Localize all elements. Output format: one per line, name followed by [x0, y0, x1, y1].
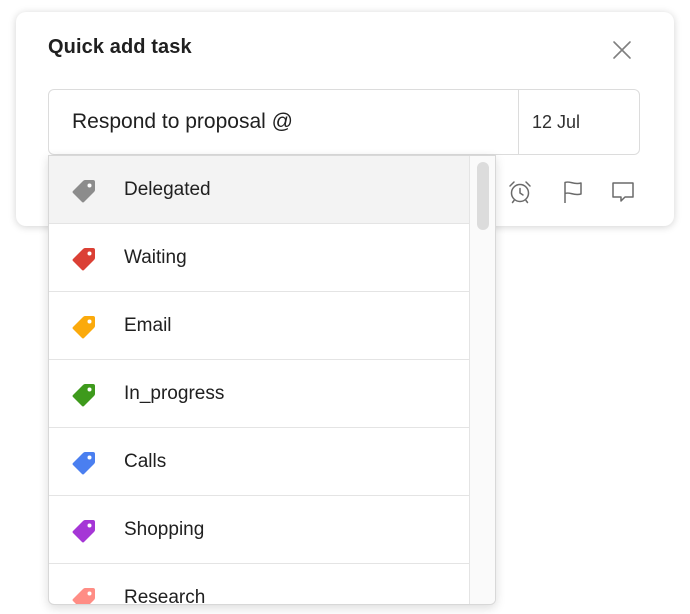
label-list: Delegated Waiting Email In_progress Calls Sho…: [49, 156, 469, 605]
label-name: Email: [124, 314, 172, 336]
comment-button[interactable]: [609, 178, 637, 206]
tag-icon: [72, 588, 95, 604]
priority-button[interactable]: [559, 178, 587, 206]
label-name: Delegated: [124, 178, 211, 200]
label-name: Shopping: [124, 518, 205, 540]
label-name: Research: [124, 586, 206, 605]
tag-icon: [72, 384, 95, 407]
label-option-research[interactable]: Research: [49, 564, 469, 605]
label-name: In_progress: [124, 382, 225, 404]
task-name-input[interactable]: [49, 90, 518, 154]
close-icon: [613, 41, 631, 59]
scrollbar-thumb[interactable]: [477, 162, 489, 230]
due-date-label: 12 Jul: [532, 111, 581, 132]
close-button[interactable]: [610, 38, 634, 62]
comment-icon: [612, 182, 634, 202]
tag-icon: [72, 180, 95, 203]
label-name: Waiting: [124, 246, 187, 268]
alarm-clock-icon: [509, 181, 531, 204]
tag-icon: [72, 248, 95, 271]
label-option-calls[interactable]: Calls: [49, 428, 469, 496]
label-option-email[interactable]: Email: [49, 292, 469, 360]
task-input-row: 12 Jul: [48, 89, 640, 155]
label-option-in-progress[interactable]: In_progress: [49, 360, 469, 428]
tag-icon: [72, 452, 95, 475]
dialog-title: Quick add task: [48, 36, 192, 58]
scrollbar-track[interactable]: [469, 156, 495, 604]
label-option-waiting[interactable]: Waiting: [49, 224, 469, 292]
label-name: Calls: [124, 450, 167, 472]
label-option-delegated[interactable]: Delegated: [49, 156, 469, 224]
tag-icon: [72, 316, 95, 339]
label-option-shopping[interactable]: Shopping: [49, 496, 469, 564]
label-suggestions-dropdown: Delegated Waiting Email In_progress Calls Sho…: [48, 155, 496, 605]
reminder-button[interactable]: [506, 178, 534, 206]
tag-icon: [72, 520, 95, 543]
flag-icon: [564, 181, 582, 203]
due-date-button[interactable]: 12 Jul: [518, 90, 639, 154]
